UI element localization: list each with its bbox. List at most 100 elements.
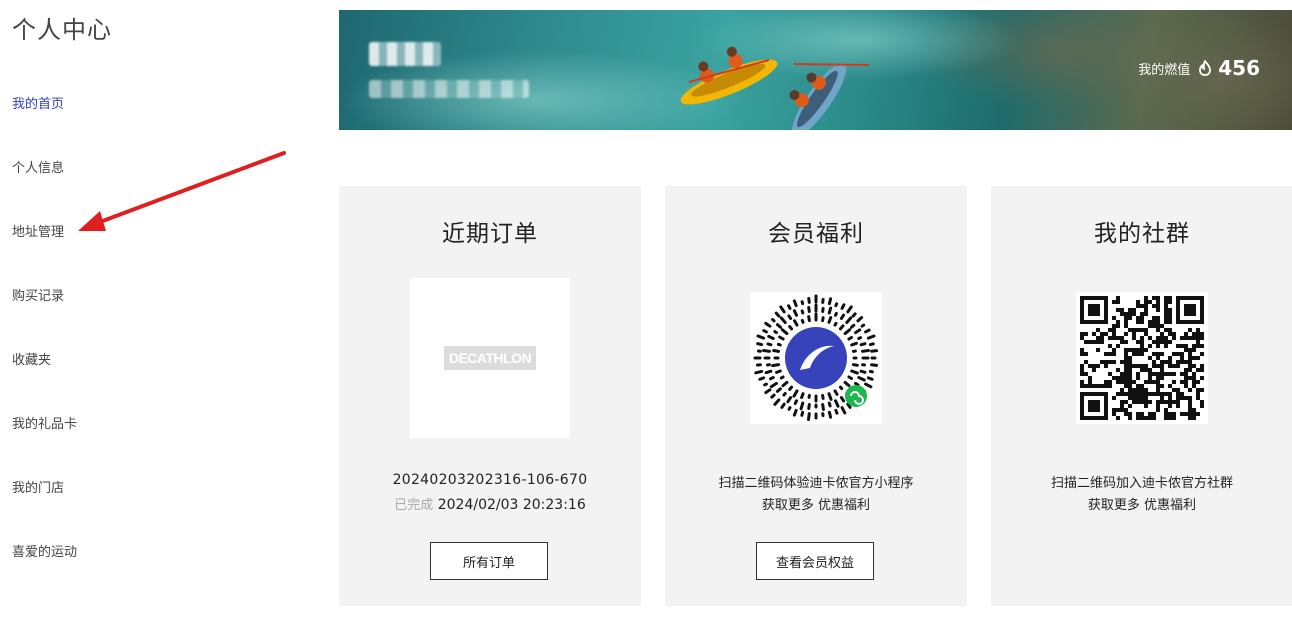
qr-module	[1144, 388, 1148, 392]
qr-module	[1140, 388, 1144, 392]
qr-module	[1180, 392, 1184, 396]
qr-module	[1084, 352, 1088, 356]
code-ray	[800, 318, 805, 324]
qr-module	[1188, 336, 1192, 340]
sidebar-item-sports[interactable]: 喜爱的运动	[12, 541, 77, 560]
code-ray	[833, 389, 839, 396]
order-product-image[interactable]: DECATHLON	[410, 278, 570, 438]
qr-module	[1108, 380, 1112, 384]
code-ray	[793, 319, 799, 327]
qr-module	[1112, 348, 1116, 352]
qr-module	[1132, 336, 1136, 340]
qr-module	[1188, 404, 1192, 408]
qr-module	[1124, 364, 1128, 368]
recent-orders-card: 近期订单 DECATHLON 20240203202316-106-670 已完…	[339, 186, 641, 606]
qr-module	[1168, 384, 1172, 388]
qr-module	[1144, 396, 1148, 400]
qr-module	[1124, 360, 1128, 364]
qr-module	[1192, 384, 1196, 388]
code-ray	[821, 403, 825, 411]
code-ray	[821, 316, 825, 323]
qr-module	[1172, 332, 1176, 336]
qr-module	[1088, 380, 1092, 384]
qr-module	[1128, 416, 1132, 420]
qr-module	[1156, 336, 1160, 340]
qr-module	[1180, 380, 1184, 384]
code-ray	[827, 401, 832, 408]
qr-module	[1108, 384, 1112, 388]
qr-module	[1148, 324, 1152, 328]
code-ray	[771, 318, 776, 323]
qr-module	[1132, 308, 1136, 312]
qr-module	[1152, 316, 1156, 320]
sidebar-item-purchases[interactable]: 购买记录	[12, 285, 64, 304]
qr-module	[1148, 344, 1152, 348]
sidebar-item-profile[interactable]: 个人信息	[12, 157, 64, 176]
qr-module	[1084, 332, 1088, 336]
qr-module	[1160, 332, 1164, 336]
qr-finder	[1184, 304, 1196, 316]
my-community-card: 我的社群 扫描二维码加入迪卡侬官方社群 获取更多 优惠福利	[991, 186, 1292, 606]
qr-module	[1140, 392, 1144, 396]
all-orders-button[interactable]: 所有订单	[430, 542, 548, 580]
qr-module	[1196, 332, 1200, 336]
qr-module	[1168, 340, 1172, 344]
order-status: 已完成	[394, 498, 434, 513]
code-ray	[775, 387, 782, 393]
qr-module	[1164, 344, 1168, 348]
qr-module	[1128, 388, 1132, 392]
code-ray	[838, 385, 844, 391]
qr-module	[1112, 336, 1116, 340]
qr-module	[1152, 360, 1156, 364]
code-ray	[780, 402, 786, 409]
code-ray	[834, 408, 839, 415]
code-ray	[843, 380, 851, 388]
qr-module	[1184, 380, 1188, 384]
qr-module	[1144, 328, 1148, 332]
qr-module	[1180, 336, 1184, 340]
qr-module	[1112, 332, 1116, 336]
sidebar-item-favorites[interactable]: 收藏夹	[12, 349, 51, 368]
qr-module	[1152, 364, 1156, 368]
qr-module	[1124, 348, 1128, 352]
sidebar-item-giftcards[interactable]: 我的礼品卡	[12, 413, 77, 432]
qr-module	[1164, 412, 1168, 416]
qr-module	[1144, 368, 1148, 372]
qr-module	[1172, 372, 1176, 376]
qr-module	[1144, 364, 1148, 368]
qr-module	[1128, 392, 1132, 396]
qr-module	[1180, 352, 1184, 356]
qr-module	[1124, 384, 1128, 388]
view-member-benefits-button[interactable]: 查看会员权益	[756, 542, 874, 580]
qr-module	[1192, 364, 1196, 368]
qr-module	[1084, 384, 1088, 388]
qr-module	[1152, 352, 1156, 356]
sidebar-item-stores[interactable]: 我的门店	[12, 477, 64, 496]
qr-module	[1164, 296, 1168, 300]
code-ray	[834, 302, 839, 308]
points-display: 我的燃值 456	[1138, 56, 1260, 80]
qr-module	[1188, 416, 1192, 420]
qr-module	[1156, 304, 1160, 308]
user-account-blurred	[369, 80, 529, 98]
qr-module	[1132, 392, 1136, 396]
points-label: 我的燃值	[1138, 62, 1191, 78]
qr-module	[1168, 312, 1172, 316]
qr-module	[1132, 312, 1136, 316]
qr-module	[1180, 372, 1184, 376]
code-ray	[807, 315, 811, 323]
qr-module	[1120, 380, 1124, 384]
qr-module	[1152, 324, 1156, 328]
qr-module	[1112, 412, 1116, 416]
code-ray	[787, 314, 793, 320]
sidebar-item-home[interactable]: 我的首页	[12, 93, 64, 112]
code-ray	[792, 408, 798, 417]
code-ray	[827, 297, 833, 306]
code-ray	[840, 406, 847, 415]
qr-finder	[1088, 304, 1100, 316]
sidebar-item-address[interactable]: 地址管理	[12, 221, 64, 240]
qr-module	[1144, 312, 1148, 316]
qr-module	[1156, 328, 1160, 332]
qr-module	[1188, 376, 1192, 380]
qr-module	[1080, 352, 1084, 356]
